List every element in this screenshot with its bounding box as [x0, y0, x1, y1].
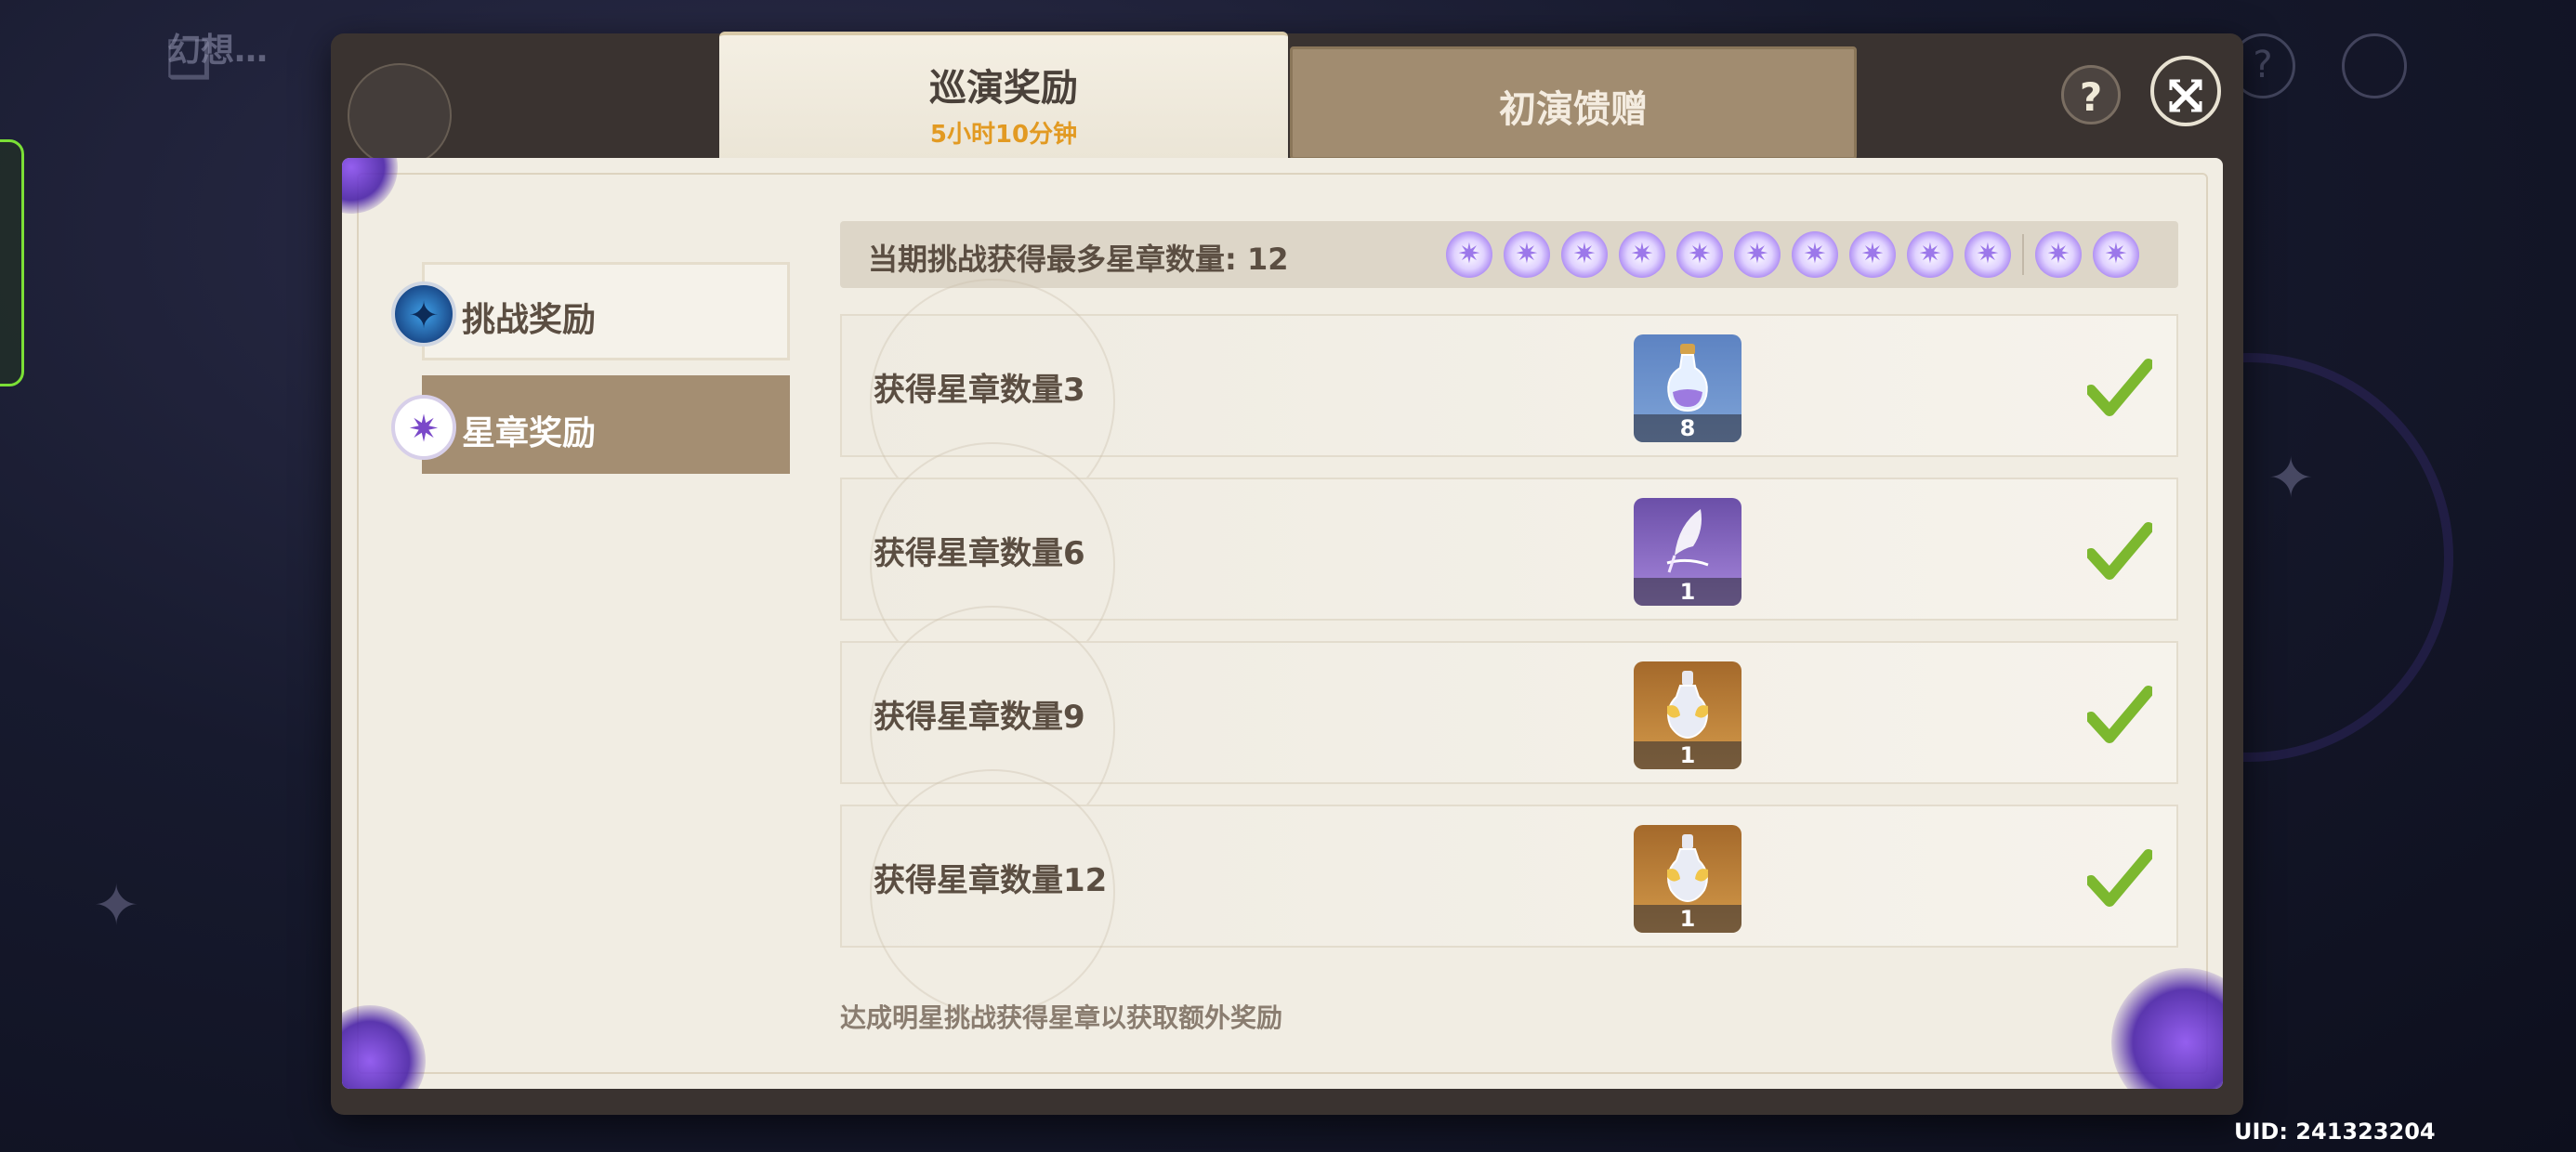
background-star-icon: ✦	[93, 873, 140, 938]
challenge-emblem-icon: ✦	[391, 281, 456, 347]
rewards-content: 当期挑战获得最多星章数量: 12 ✷ ✷ ✷ ✷ ✷ ✷ ✷ ✷ ✷ ✷ ✷ ✷	[810, 158, 2223, 1089]
star-medal-icon: ✷	[391, 395, 456, 460]
reward-threshold-label: 获得星章数量12	[874, 862, 1108, 899]
star-badge-icon: ✷	[1446, 231, 1492, 278]
uid-label: UID: 241323204	[2234, 1119, 2436, 1145]
potion-bottle-icon	[1667, 344, 1708, 412]
star-badge-icon: ✷	[2093, 231, 2139, 278]
claimed-check-icon	[2087, 522, 2152, 580]
claimed-check-icon	[2087, 359, 2152, 416]
tab-label: 巡演奖励	[929, 67, 1078, 110]
reward-item-card[interactable]: 1	[1634, 498, 1741, 606]
item-count: 1	[1634, 905, 1741, 933]
reward-threshold-label: 获得星章数量6	[874, 535, 1085, 572]
close-button[interactable]	[2150, 56, 2221, 126]
item-count: 1	[1634, 741, 1741, 769]
star-badge-icon: ✷	[1849, 231, 1896, 278]
claimed-check-icon	[2087, 849, 2152, 907]
star-badge-icon: ✷	[1792, 231, 1838, 278]
help-button[interactable]: ?	[2061, 65, 2121, 124]
star-badge-icon: ✷	[1561, 231, 1608, 278]
gilded-vase-icon	[1667, 671, 1708, 740]
background-star-icon: ✦	[2267, 446, 2315, 511]
star-badge-icon: ✷	[2035, 231, 2082, 278]
rewards-dialog: 巡演奖励 5小时10分钟 初演馈赠 ? ✦ 挑战奖励 ✷ 星章奖励 当期挑战获得…	[331, 32, 2243, 1115]
tab-tour-rewards[interactable]: 巡演奖励 5小时10分钟	[719, 32, 1288, 160]
question-icon: ?	[2079, 74, 2103, 120]
footer-hint-text: 达成明星挑战获得星章以获取额外奖励	[840, 1002, 1283, 1033]
reward-item-card[interactable]: 1	[1634, 825, 1741, 933]
star-divider	[2022, 234, 2024, 275]
sidebar-item-challenge-rewards[interactable]: ✦ 挑战奖励	[391, 262, 790, 360]
reward-row: 获得星章数量12 1	[840, 769, 2178, 1015]
reward-threshold-label: 获得星章数量9	[874, 699, 1085, 736]
reward-item-card[interactable]: 1	[1634, 661, 1741, 769]
star-badge-icon: ✷	[1676, 231, 1723, 278]
reward-row: 获得星章数量9 1	[840, 606, 2178, 851]
reward-list: 获得星章数量3 8 获得星章数量6 1 获得星章数量9 1 获得星章数量12 1	[840, 279, 2178, 1015]
tab-countdown: 5小时10分钟	[929, 121, 1078, 149]
quill-feather-icon	[1666, 509, 1709, 573]
item-count: 8	[1634, 414, 1741, 442]
sidebar-item-label: 挑战奖励	[462, 301, 597, 339]
reward-threshold-label: 获得星章数量3	[874, 372, 1085, 409]
reward-row: 获得星章数量3 8	[840, 279, 2178, 524]
sidebar: ✦ 挑战奖励 ✷ 星章奖励	[342, 158, 794, 1089]
star-badge-icon: ✷	[1965, 231, 2011, 278]
sidebar-item-star-rewards[interactable]: ✷ 星章奖励	[391, 375, 790, 474]
star-badge-icon: ✷	[1619, 231, 1665, 278]
reward-row: 获得星章数量6 1	[840, 442, 2178, 687]
close-icon	[2169, 79, 2202, 111]
star-badge-icon: ✷	[1907, 231, 1953, 278]
reward-item-card[interactable]: 8	[1634, 334, 1741, 442]
star-badge-row: ✷ ✷ ✷ ✷ ✷ ✷ ✷ ✷ ✷ ✷ ✷ ✷	[1446, 229, 2150, 281]
star-summary-bar: 当期挑战获得最多星章数量: 12 ✷ ✷ ✷ ✷ ✷ ✷ ✷ ✷ ✷ ✷ ✷ ✷	[840, 221, 2178, 288]
side-edge-button[interactable]	[0, 139, 24, 386]
background-close-icon	[2342, 33, 2407, 98]
tab-label: 初演馈赠	[1499, 88, 1648, 131]
max-stars-label: 当期挑战获得最多星章数量: 12	[868, 242, 1289, 277]
butterfly-emblem-icon	[348, 63, 452, 167]
tab-debut-gift[interactable]: 初演馈赠	[1290, 46, 1857, 160]
star-badge-icon: ✷	[1504, 231, 1550, 278]
star-badge-icon: ✷	[1734, 231, 1781, 278]
rewards-panel: ✦ 挑战奖励 ✷ 星章奖励 当期挑战获得最多星章数量: 12 ✷ ✷ ✷ ✷ ✷…	[342, 158, 2223, 1089]
claimed-check-icon	[2087, 686, 2152, 743]
item-count: 1	[1634, 578, 1741, 606]
gilded-vase-icon	[1667, 834, 1708, 903]
background-event-title: 幻想…	[167, 32, 269, 70]
sidebar-item-label: 星章奖励	[462, 414, 597, 452]
